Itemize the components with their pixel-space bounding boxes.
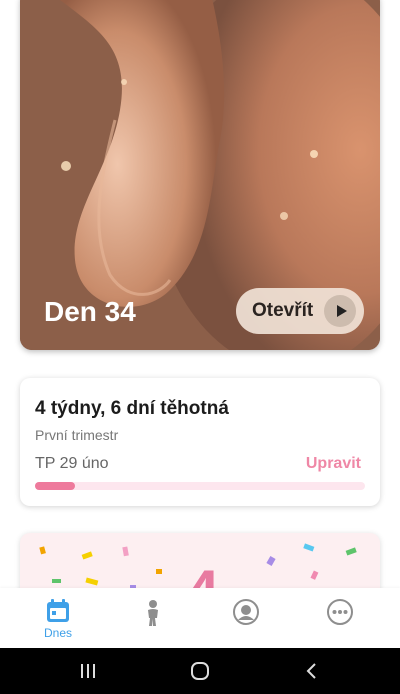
home-icon bbox=[191, 662, 209, 680]
pregnancy-week-title: 4 týdny, 6 dní těhotná bbox=[35, 398, 229, 419]
back-icon bbox=[306, 663, 316, 679]
baby-figure-icon bbox=[148, 600, 158, 626]
pregnancy-progress-fill bbox=[35, 482, 75, 490]
trimester-label: První trimestr bbox=[35, 427, 119, 443]
bottom-navigation: Dnes bbox=[0, 588, 400, 648]
system-navigation-bar bbox=[0, 648, 400, 694]
open-button[interactable]: Otevřít bbox=[236, 288, 364, 334]
recent-apps-icon bbox=[81, 664, 95, 678]
nav-tab-more[interactable] bbox=[290, 588, 390, 648]
calendar-icon bbox=[47, 599, 69, 622]
day-hero-card[interactable]: Den 34 Otevřít bbox=[20, 0, 380, 350]
edit-button[interactable]: Upravit bbox=[306, 455, 361, 473]
day-label: Den 34 bbox=[44, 296, 136, 327]
pregnancy-progress-bar bbox=[35, 482, 365, 490]
back-button[interactable] bbox=[282, 648, 342, 694]
recent-apps-button[interactable] bbox=[58, 648, 118, 694]
nav-tab-baby[interactable] bbox=[103, 588, 203, 648]
nav-tab-today[interactable]: Dnes bbox=[8, 588, 108, 648]
play-icon bbox=[324, 295, 356, 327]
home-button[interactable] bbox=[170, 648, 230, 694]
open-button-label: Otevřít bbox=[252, 300, 314, 321]
pregnancy-status-card: 4 týdny, 6 dní těhotná První trimestr TP… bbox=[20, 378, 380, 506]
profile-icon bbox=[233, 599, 259, 625]
nav-tab-today-label: Dnes bbox=[43, 626, 72, 640]
app-screen: Den 34 Otevřít 4 týdny, 6 dní těhotná Pr… bbox=[0, 0, 400, 694]
nav-tab-profile[interactable] bbox=[196, 588, 296, 648]
more-icon bbox=[327, 599, 353, 625]
due-date-label: TP 29 úno bbox=[35, 455, 109, 472]
